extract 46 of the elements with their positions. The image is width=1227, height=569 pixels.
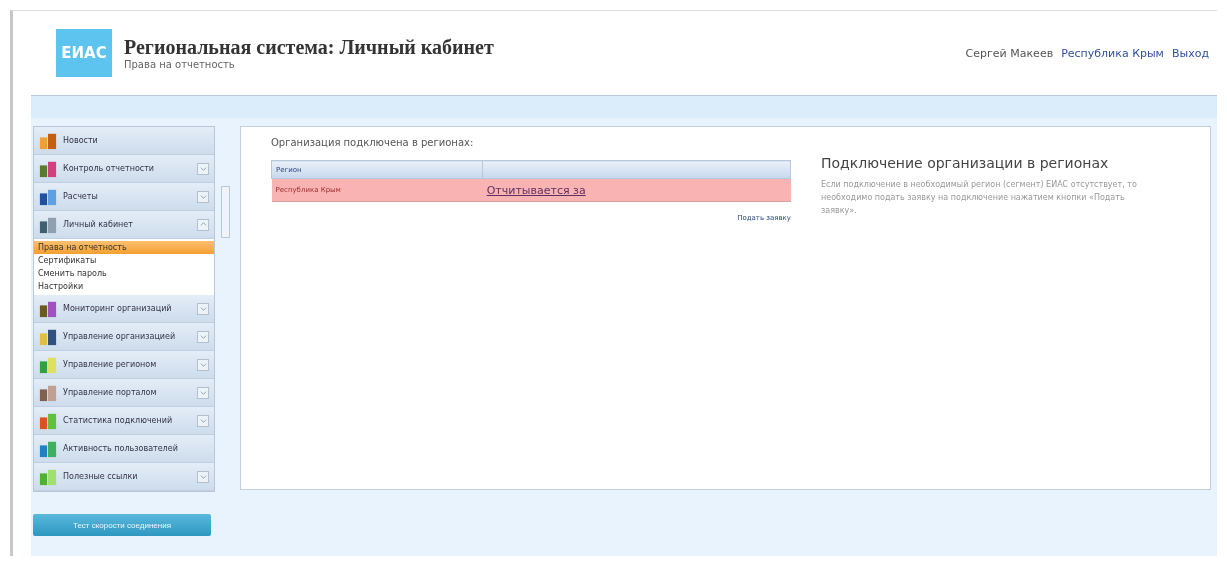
- toggle-icon[interactable]: [197, 470, 209, 483]
- submenu-item[interactable]: Настройки: [34, 280, 214, 293]
- sidebar-item[interactable]: Управление организацией: [34, 323, 214, 351]
- toggle-icon[interactable]: [197, 162, 209, 175]
- toggle-icon[interactable]: [197, 414, 209, 427]
- sidebar-item[interactable]: Управление регионом: [34, 351, 214, 379]
- submenu-item[interactable]: Права на отчетность: [34, 241, 214, 254]
- toggle-icon[interactable]: [197, 358, 209, 371]
- reports-link[interactable]: Отчитывается за: [486, 183, 586, 197]
- info-title: Подключение организации в регионах: [821, 155, 1110, 171]
- menu-item-icon: [39, 215, 57, 234]
- menu-item-icon: [39, 467, 57, 486]
- toggle-icon[interactable]: [197, 330, 209, 343]
- menu-item-icon: [39, 383, 57, 402]
- menu-item-icon: [39, 159, 57, 178]
- menu-item-icon: [39, 355, 57, 374]
- toggle-icon[interactable]: [197, 386, 209, 399]
- user-name: Сергей Макеев: [965, 46, 1054, 60]
- sidebar-item[interactable]: Полезные ссылки: [34, 463, 214, 491]
- logout-link[interactable]: Выход: [1171, 46, 1209, 60]
- sidebar-item[interactable]: Расчеты: [34, 183, 214, 211]
- sidebar-item[interactable]: Статистика подключений: [34, 407, 214, 435]
- menu-item-icon: [39, 327, 57, 346]
- page-subtitle: Права на отчетность: [124, 59, 236, 70]
- sidebar-item[interactable]: Мониторинг организаций: [34, 295, 214, 323]
- toggle-icon[interactable]: [197, 302, 209, 315]
- sidebar-item[interactable]: Новости: [34, 127, 214, 155]
- menu-item-icon: [39, 411, 57, 430]
- page-title: Региональная система: Личный кабинет: [124, 36, 494, 59]
- region-link[interactable]: Республика Крым: [1061, 46, 1164, 60]
- collapse-handle[interactable]: [221, 186, 230, 238]
- menu-item-icon: [39, 187, 57, 206]
- menu-item-icon: [39, 131, 57, 150]
- toggle-icon[interactable]: [197, 218, 209, 231]
- sidebar-item[interactable]: Личный кабинет: [34, 211, 214, 239]
- sidebar-item[interactable]: Управление порталом: [34, 379, 214, 407]
- menu-item-icon: [39, 299, 57, 318]
- section-heading: Организация подключена в регионах:: [271, 137, 475, 148]
- menu-item-icon: [39, 439, 57, 458]
- submenu-item[interactable]: Сменить пароль: [34, 267, 214, 280]
- info-text: Если подключение в необходимый регион (сегмент) ЕИАС отсутствует, то необходимо подать заявку на подключение нажатием кнопки «Подать заявку».: [821, 179, 1138, 217]
- toggle-icon[interactable]: [197, 190, 209, 203]
- sidebar-item[interactable]: Активность пользователей: [34, 435, 214, 463]
- sidebar-item[interactable]: Контроль отчетности: [34, 155, 214, 183]
- submenu-item[interactable]: Сертификаты: [34, 254, 214, 267]
- logo: ЕИАС: [56, 29, 112, 77]
